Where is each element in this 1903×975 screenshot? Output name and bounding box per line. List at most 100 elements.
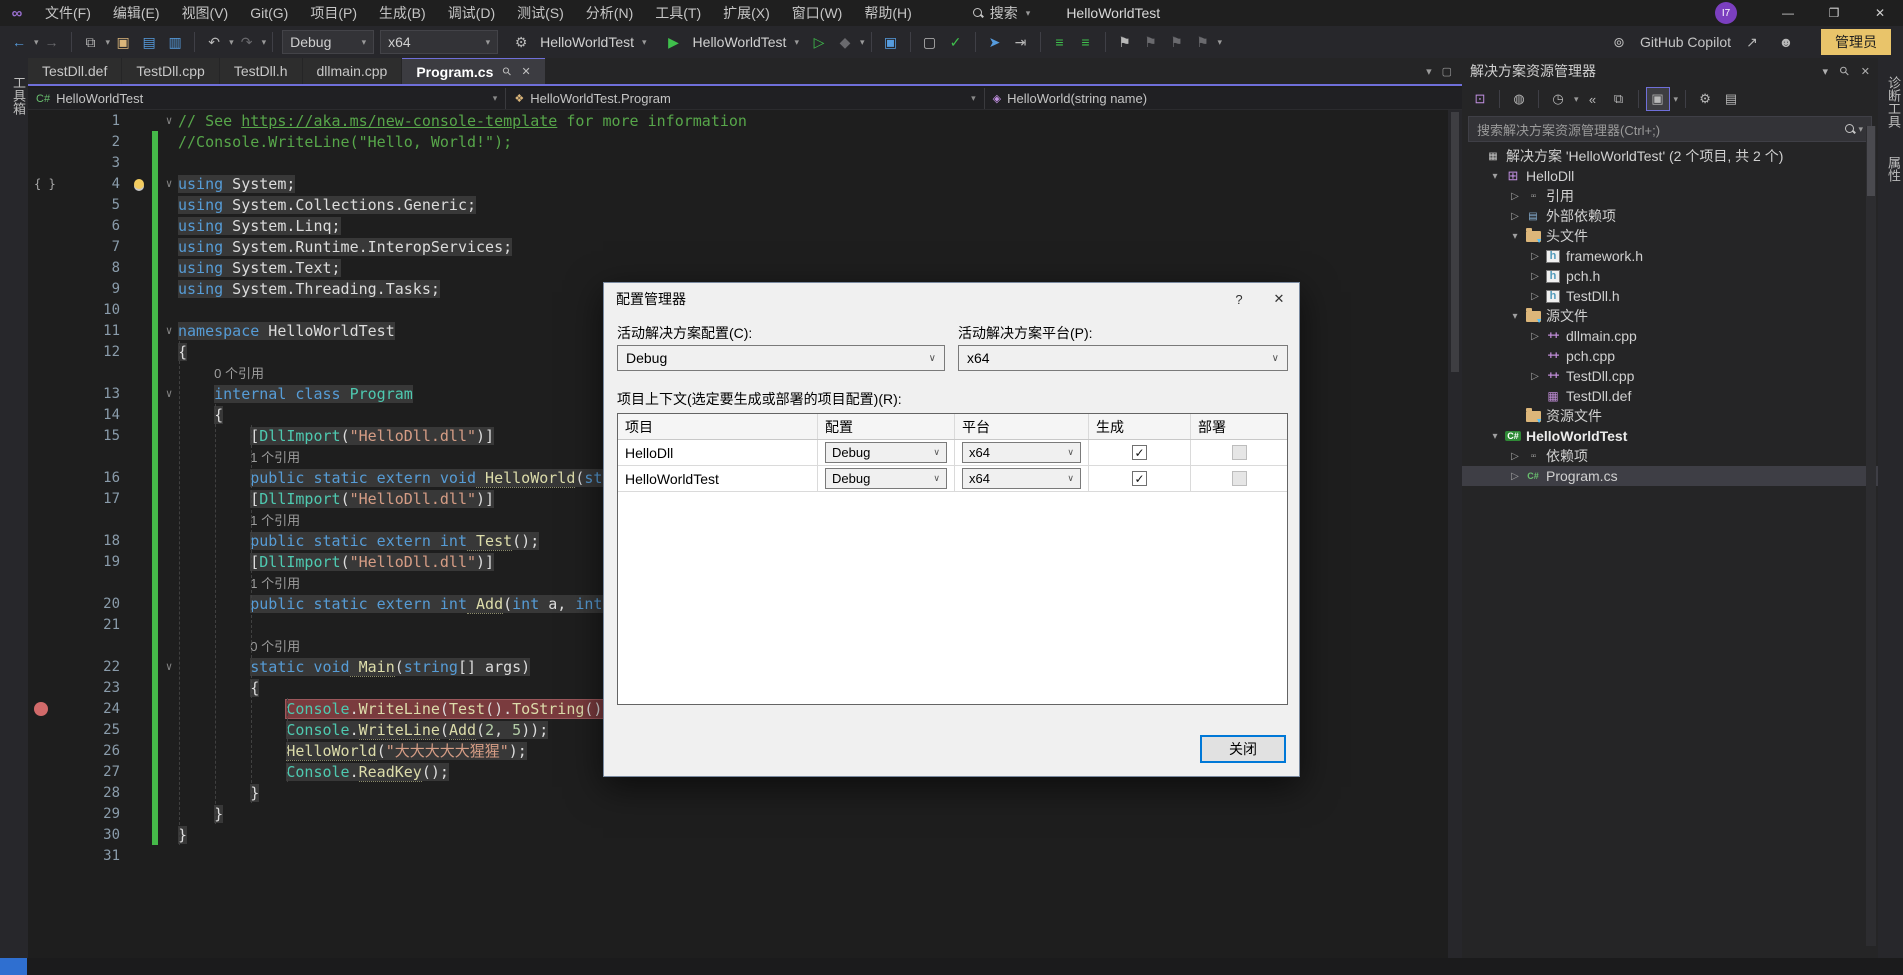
menu-item[interactable]: 编辑(E)	[102, 0, 171, 26]
gutter-breakpoint-column[interactable]	[28, 341, 68, 362]
close-button[interactable]: ✕	[1857, 0, 1903, 26]
toolbar-overflow-icon[interactable]: ▾	[1218, 37, 1223, 48]
tree-item-pch.h[interactable]: ▷hpch.h	[1462, 266, 1878, 286]
maximize-button[interactable]: ❐	[1811, 0, 1857, 26]
dialog-close-icon[interactable]: ✕	[1259, 283, 1299, 315]
editor-line[interactable]: { }4∨using System;	[28, 173, 1448, 194]
gutter-breakpoint-column[interactable]	[28, 551, 68, 572]
minimize-button[interactable]: —	[1765, 0, 1811, 26]
document-tab[interactable]: TestDll.cpp	[122, 58, 218, 84]
pin-icon[interactable]: ⚲	[500, 64, 515, 79]
build-checkbox[interactable]: ✓	[1132, 445, 1147, 460]
pointer-mode-button[interactable]: ➤	[983, 30, 1007, 54]
menu-item[interactable]: 帮助(H)	[853, 0, 922, 26]
gutter-breakpoint-column[interactable]	[28, 236, 68, 257]
chevron-down-icon[interactable]: ▾	[1574, 94, 1579, 105]
profiler-icon[interactable]: ◆	[833, 30, 857, 54]
tree-expander-icon[interactable]: ▷	[1508, 451, 1522, 462]
project-platform-dropdown[interactable]: x64∨	[962, 468, 1081, 489]
gutter-breakpoint-column[interactable]	[28, 215, 68, 236]
tree-expander-icon[interactable]: ▾	[1488, 431, 1502, 442]
gutter-breakpoint-column[interactable]	[28, 635, 68, 656]
tree-item-testdll.def[interactable]: ▦TestDll.def	[1462, 386, 1878, 406]
open-files-filter-icon[interactable]: ◷	[1546, 87, 1570, 111]
chevron-down-icon[interactable]: ▾	[1674, 94, 1679, 105]
menu-item[interactable]: 窗口(W)	[781, 0, 854, 26]
solution-explorer-scrollbar[interactable]	[1866, 126, 1876, 946]
gutter-breakpoint-column[interactable]	[28, 383, 68, 404]
tree-item--[interactable]: ▷▫▫依赖项	[1462, 446, 1878, 466]
fold-toggle[interactable]: ∨	[160, 324, 178, 337]
chevron-down-icon[interactable]: ▾	[262, 37, 267, 48]
account-avatar[interactable]: I7	[1715, 2, 1737, 24]
save-all-button[interactable]: ▥	[163, 30, 187, 54]
tree-expander-icon[interactable]: ▷	[1528, 271, 1542, 282]
project-platform-dropdown[interactable]: x64∨	[962, 442, 1081, 463]
gutter-breakpoint-column[interactable]	[28, 509, 68, 530]
active-platform-dropdown[interactable]: x64∨	[958, 345, 1288, 371]
gutter-breakpoint-column[interactable]	[28, 656, 68, 677]
navigate-forward-button[interactable]: →	[40, 30, 64, 54]
gutter-breakpoint-column[interactable]	[28, 719, 68, 740]
gutter-breakpoint-column[interactable]	[28, 194, 68, 215]
editor-line[interactable]: 7using System.Runtime.InteropServices;	[28, 236, 1448, 257]
panel-close-icon[interactable]: ✕	[1861, 65, 1870, 78]
panel-menu-chevron-icon[interactable]: ▾	[1822, 65, 1828, 78]
tree-item--[interactable]: ▾源文件	[1462, 306, 1878, 326]
menu-item[interactable]: 工具(T)	[644, 0, 712, 26]
show-all-files-icon[interactable]: ▣	[1646, 87, 1670, 111]
menu-item[interactable]: 项目(P)	[299, 0, 368, 26]
menu-item[interactable]: 视图(V)	[171, 0, 240, 26]
find-in-files-button[interactable]: ▣	[879, 30, 903, 54]
save-button[interactable]: ▤	[137, 30, 161, 54]
float-window-icon[interactable]: ▢	[1442, 65, 1452, 78]
menu-item[interactable]: 测试(S)	[506, 0, 575, 26]
prev-bookmark-button[interactable]: ⚑	[1139, 30, 1163, 54]
pending-changes-filter-icon[interactable]: ◍	[1507, 87, 1531, 111]
editor-scrollbar[interactable]	[1448, 110, 1462, 958]
tree-expander-icon[interactable]: ▷	[1508, 191, 1522, 202]
project-config-dropdown[interactable]: Debug∨	[825, 442, 947, 463]
copilot-label[interactable]: GitHub Copilot	[1640, 34, 1731, 50]
gutter-breakpoint-column[interactable]	[28, 614, 68, 635]
solution-configuration-dropdown[interactable]: Debug▾	[282, 30, 374, 54]
next-bookmark-button[interactable]: ⚑	[1165, 30, 1189, 54]
switch-views-icon[interactable]: ⊡	[1468, 87, 1492, 111]
tree-item-pch.cpp[interactable]: ++pch.cpp	[1462, 346, 1878, 366]
preview-window-button[interactable]: ▢	[918, 30, 942, 54]
indent-decrease-button[interactable]: ≡	[1048, 30, 1072, 54]
chevron-down-icon[interactable]: ▾	[34, 37, 39, 48]
tab-close-icon[interactable]: ✕	[521, 65, 530, 78]
gutter-breakpoint-column[interactable]	[28, 299, 68, 320]
document-tab[interactable]: TestDll.def	[28, 58, 121, 84]
editor-line[interactable]: 31	[28, 845, 1448, 866]
fold-toggle[interactable]: ∨	[160, 177, 178, 190]
tree-expander-icon[interactable]: ▾	[1508, 231, 1522, 242]
gutter-breakpoint-column[interactable]	[28, 572, 68, 593]
properties-wrench-icon[interactable]: ⚙	[1693, 87, 1717, 111]
tree-expander-icon[interactable]: ▷	[1528, 251, 1542, 262]
lightbulb-icon[interactable]	[134, 179, 144, 189]
tree-expander-icon[interactable]: ▷	[1508, 471, 1522, 482]
quick-search[interactable]: 搜索 ▾	[963, 1, 1041, 25]
gutter-breakpoint-column[interactable]	[28, 362, 68, 383]
gutter-breakpoint-column[interactable]	[28, 488, 68, 509]
chevron-down-icon[interactable]: ▾	[229, 37, 234, 48]
editor-line[interactable]: 28 }	[28, 782, 1448, 803]
editor-line[interactable]: 1∨// See https://aka.ms/new-console-temp…	[28, 110, 1448, 131]
chevron-down-icon[interactable]: ▾	[860, 37, 865, 48]
codelens-references[interactable]: 1 个引用	[250, 450, 300, 465]
share-icon[interactable]: ↗	[1740, 30, 1764, 54]
open-file-button[interactable]: ▣	[111, 30, 135, 54]
codelens-references[interactable]: 1 个引用	[250, 513, 300, 528]
editor-line[interactable]: 2//Console.WriteLine("Hello, World!");	[28, 131, 1448, 152]
breadcrumb-type-dropdown[interactable]: ❖ HelloWorldTest.Program ▾	[506, 88, 984, 109]
tree-item--[interactable]: 资源文件	[1462, 406, 1878, 426]
gutter-breakpoint-column[interactable]	[28, 467, 68, 488]
gutter-breakpoint-column[interactable]	[28, 278, 68, 299]
gutter-breakpoint-column[interactable]	[28, 110, 68, 131]
menu-item[interactable]: 生成(B)	[368, 0, 437, 26]
collapse-all-icon[interactable]: «	[1581, 87, 1605, 111]
breakpoint-icon[interactable]	[34, 702, 48, 716]
gutter-breakpoint-column[interactable]	[28, 698, 68, 719]
